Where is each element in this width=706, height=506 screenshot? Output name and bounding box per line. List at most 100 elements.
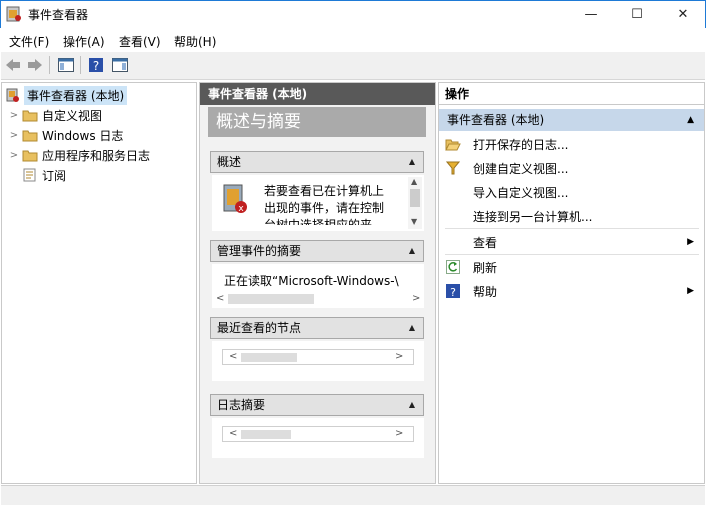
maximize-button[interactable]: ☐ — [614, 0, 660, 28]
actions-group-header[interactable]: 事件查看器 (本地) ▲ — [439, 109, 704, 131]
scroll-thumb[interactable] — [241, 430, 291, 439]
action-label: 查看 — [473, 235, 498, 250]
menu-help[interactable]: 帮助(H) — [174, 33, 216, 50]
collapse-icon[interactable]: ▲ — [409, 318, 415, 338]
section-title: 最近查看的节点 — [217, 321, 302, 335]
tree-item-app-service-logs[interactable]: > 应用程序和服务日志 — [8, 145, 150, 165]
scroll-thumb[interactable] — [410, 189, 420, 207]
action-label: 刷新 — [473, 260, 498, 275]
close-button[interactable]: ✕ — [660, 0, 706, 28]
tree-item-label: 事件查看器 (本地) — [24, 85, 128, 105]
horizontal-scrollbar[interactable]: < > — [214, 292, 422, 306]
divider — [445, 228, 699, 229]
folder-icon — [22, 108, 38, 122]
section-recent-header[interactable]: 最近查看的节点 ▲ — [210, 317, 424, 339]
overview-pane: 事件查看器 (本地) 概述与摘要 概述 ▲ x 若要查看已在计算机上 出现的事件… — [199, 82, 436, 484]
section-summary-body: 正在读取“Microsoft-Windows-\ < > — [212, 264, 424, 308]
page-title: 概述与摘要 — [208, 107, 426, 137]
tree-item-custom-views[interactable]: > 自定义视图 — [8, 105, 102, 125]
status-bar — [1, 485, 705, 505]
minimize-button[interactable]: — — [568, 0, 614, 28]
console-tree: 事件查看器 (本地) > 自定义视图 > Windows 日志 > 应用程序和服… — [1, 82, 197, 484]
show-action-pane-icon[interactable] — [111, 56, 129, 74]
svg-text:x: x — [238, 204, 244, 214]
scroll-right-icon[interactable]: > — [412, 292, 420, 306]
vertical-scrollbar[interactable]: ▲ ▼ — [408, 177, 422, 229]
show-hide-tree-icon[interactable] — [57, 56, 75, 74]
menu-action[interactable]: 操作(A) — [63, 33, 105, 50]
scroll-right-icon[interactable]: > — [395, 350, 403, 364]
collapse-icon[interactable]: ▲ — [409, 241, 415, 261]
action-import-custom-view[interactable]: 导入自定义视图... — [439, 180, 704, 204]
summary-status-text: 正在读取“Microsoft-Windows-\ — [224, 274, 399, 288]
tree-item-label: 订阅 — [42, 168, 67, 183]
help-icon[interactable]: ? — [87, 56, 105, 74]
overview-line: 台树中选择相应的来 — [264, 218, 373, 225]
section-overview-header[interactable]: 概述 ▲ — [210, 151, 424, 173]
scroll-right-icon[interactable]: > — [395, 427, 403, 441]
svg-text:?: ? — [93, 59, 99, 73]
scroll-down-icon[interactable]: ▼ — [411, 217, 417, 226]
tree-item-windows-logs[interactable]: > Windows 日志 — [8, 125, 124, 145]
submenu-arrow-icon: ▶ — [687, 286, 694, 296]
help-icon: ? — [445, 283, 461, 299]
chevron-right-icon[interactable]: > — [8, 130, 20, 141]
open-folder-icon — [445, 136, 461, 152]
overview-text: 若要查看已在计算机上 出现的事件，请在控制 台树中选择相应的来 — [264, 183, 404, 225]
filter-icon — [445, 160, 461, 176]
menu-bar — [1, 28, 705, 52]
action-label: 创建自定义视图... — [473, 161, 569, 176]
scroll-thumb[interactable] — [228, 294, 314, 304]
toolbar-divider — [80, 56, 81, 74]
action-label: 导入自定义视图... — [473, 185, 569, 200]
tree-item-subscriptions[interactable]: 订阅 — [8, 165, 66, 185]
scroll-left-icon[interactable]: < — [216, 292, 224, 306]
toolbar-divider — [49, 56, 50, 74]
action-label: 连接到另一台计算机... — [473, 209, 593, 224]
tree-item-label: 自定义视图 — [42, 108, 103, 123]
action-open-saved-log[interactable]: 打开保存的日志... — [439, 132, 704, 156]
event-viewer-icon — [6, 88, 20, 102]
chevron-right-icon[interactable]: > — [8, 110, 20, 121]
window-title: 事件查看器 — [28, 8, 89, 22]
toolbar — [1, 52, 705, 80]
action-label: 帮助 — [473, 284, 498, 299]
menu-file[interactable]: 文件(F) — [9, 33, 49, 50]
section-summary-header[interactable]: 管理事件的摘要 ▲ — [210, 240, 424, 262]
recent-nodes-list[interactable]: < > — [222, 349, 414, 365]
section-title: 日志摘要 — [217, 398, 266, 412]
collapse-icon[interactable]: ▲ — [409, 152, 415, 172]
refresh-icon — [445, 259, 461, 275]
collapse-icon[interactable]: ▲ — [409, 395, 415, 415]
overview-line: 若要查看已在计算机上 — [264, 184, 385, 198]
scroll-left-icon[interactable]: < — [229, 427, 237, 441]
section-title: 管理事件的摘要 — [217, 244, 302, 258]
action-connect-computer[interactable]: 连接到另一台计算机... — [439, 204, 704, 228]
scroll-thumb[interactable] — [241, 353, 297, 362]
overview-line: 出现的事件，请在控制 — [264, 201, 385, 215]
back-arrow-icon[interactable] — [4, 56, 22, 74]
actions-header: 操作 — [439, 83, 704, 105]
tree-item-root[interactable]: 事件查看器 (本地) — [4, 85, 128, 105]
collapse-icon[interactable]: ▲ — [687, 109, 694, 131]
log-summary-list[interactable]: < > — [222, 426, 414, 442]
action-view[interactable]: 查看 ▶ — [439, 230, 704, 254]
action-label: 打开保存的日志... — [473, 137, 569, 152]
event-log-icon: x — [222, 183, 248, 215]
subscriptions-icon — [22, 168, 38, 182]
pane-header: 事件查看器 (本地) — [200, 83, 435, 105]
menu-view[interactable]: 查看(V) — [119, 33, 161, 50]
folder-icon — [22, 128, 38, 142]
folder-icon — [22, 148, 38, 162]
action-help[interactable]: ? 帮助 ▶ — [439, 279, 704, 303]
tree-item-label: Windows 日志 — [42, 128, 124, 143]
submenu-arrow-icon: ▶ — [687, 237, 694, 247]
section-log-summary-header[interactable]: 日志摘要 ▲ — [210, 394, 424, 416]
action-refresh[interactable]: 刷新 — [439, 255, 704, 279]
scroll-up-icon[interactable]: ▲ — [411, 177, 417, 186]
action-create-custom-view[interactable]: 创建自定义视图... — [439, 156, 704, 180]
section-log-summary-body: < > — [212, 418, 424, 458]
forward-arrow-icon[interactable] — [26, 56, 44, 74]
scroll-left-icon[interactable]: < — [229, 350, 237, 364]
chevron-right-icon[interactable]: > — [8, 150, 20, 161]
